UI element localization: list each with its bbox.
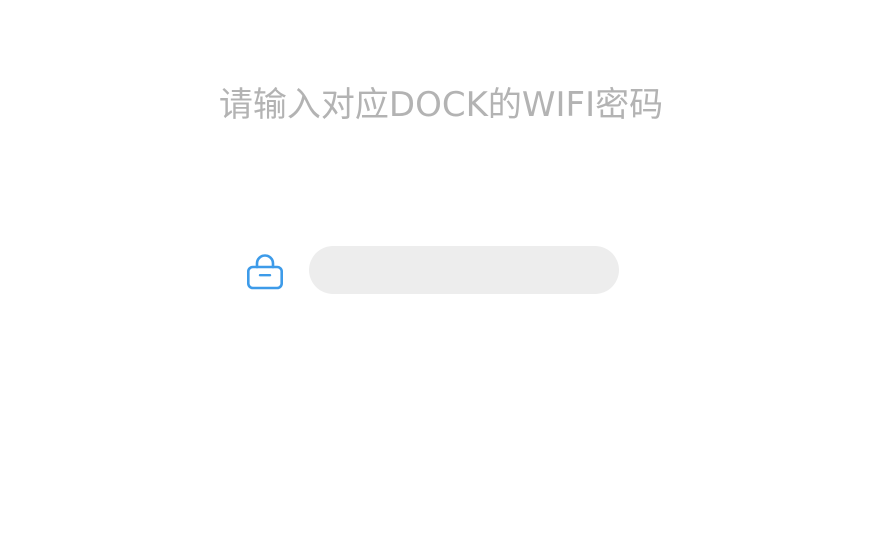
lock-icon <box>246 252 284 290</box>
password-row <box>246 246 620 294</box>
page-title: 请输入对应DOCK的WIFI密码 <box>218 85 664 125</box>
wifi-password-input[interactable] <box>309 246 619 294</box>
wifi-password-screen: 请输入对应DOCK的WIFI密码 <box>0 0 882 540</box>
